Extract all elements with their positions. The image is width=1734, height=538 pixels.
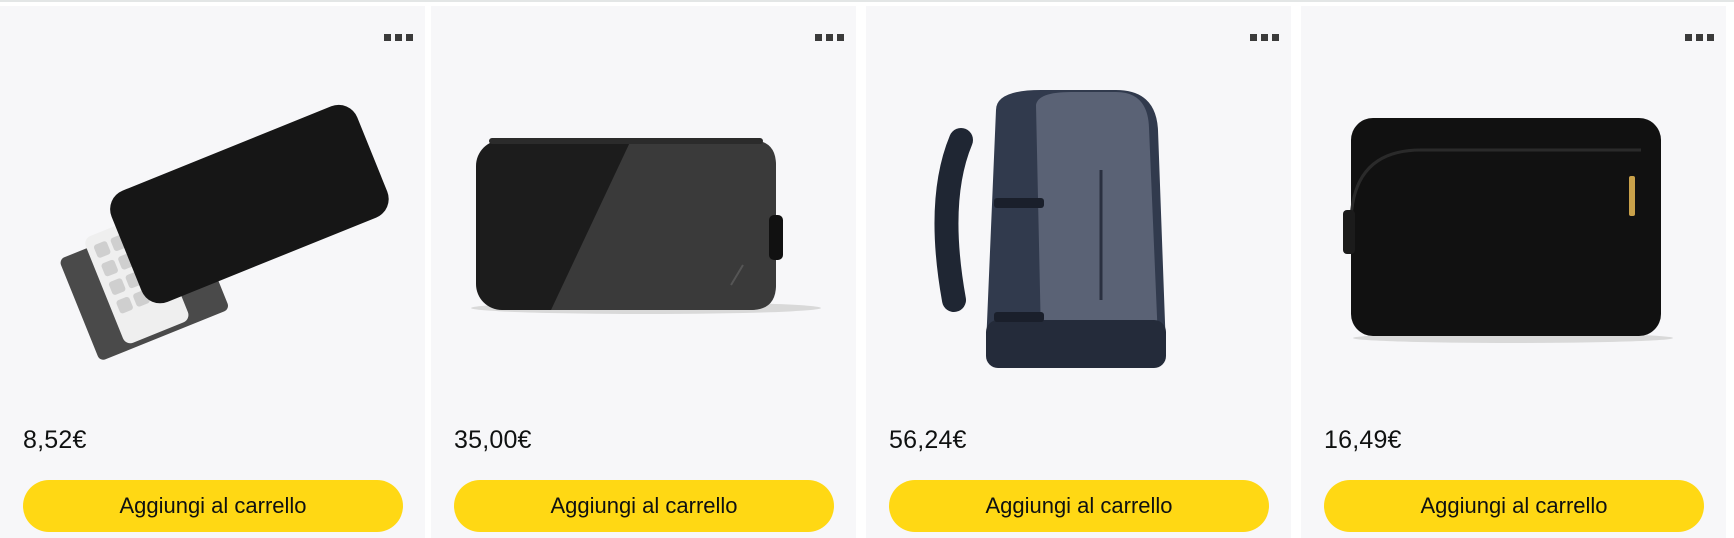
product-price: 35,00€ <box>454 426 532 454</box>
more-options-icon[interactable] <box>1682 30 1716 44</box>
product-price: 8,52€ <box>23 426 87 454</box>
travel-backpack-image[interactable] <box>866 50 1291 390</box>
product-card-2[interactable]: 35,00€ Aggiungi al carrello <box>431 6 856 538</box>
tech-organizer-pouch-image[interactable] <box>431 50 856 390</box>
product-card-4[interactable]: 16,49€ Aggiungi al carrello <box>1301 6 1726 538</box>
product-price: 16,49€ <box>1324 426 1402 454</box>
product-card-3[interactable]: 56,24€ Aggiungi al carrello <box>866 6 1291 538</box>
top-divider <box>0 0 1734 2</box>
more-options-icon[interactable] <box>1247 30 1281 44</box>
add-to-cart-button[interactable]: Aggiungi al carrello <box>1324 480 1704 532</box>
more-options-icon[interactable] <box>381 30 415 44</box>
add-to-cart-button[interactable]: Aggiungi al carrello <box>23 480 403 532</box>
more-options-icon[interactable] <box>812 30 846 44</box>
product-price: 56,24€ <box>889 426 967 454</box>
laptop-sleeve-image[interactable] <box>1301 50 1726 390</box>
keyboard-sleeve-image[interactable] <box>0 50 425 390</box>
product-card-1[interactable]: 8,52€ Aggiungi al carrello <box>0 6 425 538</box>
add-to-cart-button[interactable]: Aggiungi al carrello <box>454 480 834 532</box>
add-to-cart-button[interactable]: Aggiungi al carrello <box>889 480 1269 532</box>
